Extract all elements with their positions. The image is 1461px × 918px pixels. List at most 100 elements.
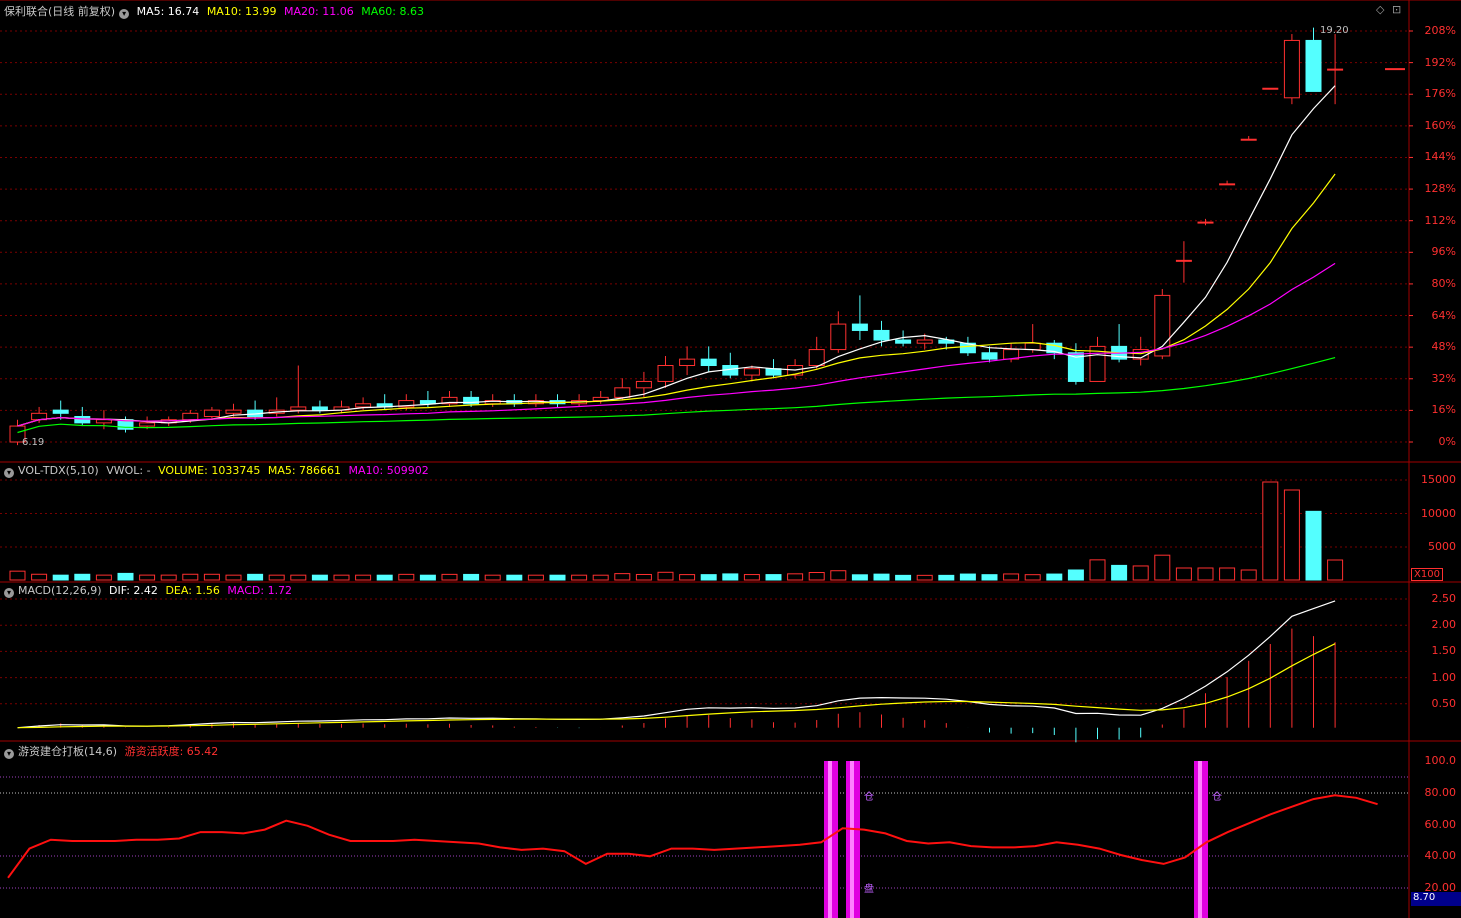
indicator-axis-label: 100.0 [1424,754,1457,767]
volume-bar [419,574,436,581]
activity-line [7,794,1378,879]
price-axis-label: 16% [1431,403,1456,417]
window-icon[interactable]: ⊡ [1392,3,1401,16]
panel-menu-icon[interactable]: ▾ [119,9,130,19]
candle-body [52,409,69,414]
indicator-tag-1: 仓 [864,792,874,803]
volume-bar [95,574,112,581]
candle-body [679,358,696,367]
candle-body [1240,138,1257,141]
candle-body [873,329,890,341]
candle-body [635,380,652,389]
candle-body [981,352,998,360]
volume-bar [139,574,156,581]
indicator-current-value: 8.70 [1411,892,1461,906]
volume-bar [247,573,264,581]
candle-body [1283,39,1300,99]
volume-bar [355,574,372,581]
volume-bar [549,574,566,581]
candle-body [808,349,825,367]
low-price-label: 6.19 [22,437,45,448]
volume-bar [743,574,760,581]
dea-label: DEA: 1.56 [165,584,220,597]
activity-label: 游资活跃度: 65.42 [124,745,219,758]
volume-bar [117,572,134,581]
volume-bar [808,572,825,581]
price-axis-label: 144% [1424,150,1456,164]
dif-line [17,600,1336,729]
macd-menu-icon[interactable]: ▾ [4,588,14,598]
ma5-line [17,85,1336,427]
volume-bar [1175,567,1192,581]
volume-bar [1154,554,1171,581]
volume-bar [830,570,847,581]
volume-bar [765,574,782,581]
volume-bar [895,574,912,581]
volume-bar [592,574,609,581]
ma10-label: MA10: 13.99 [206,5,277,18]
volume-bar [1283,489,1300,581]
candle-body [1219,183,1236,186]
volume-bar [268,574,285,581]
dif-label: DIF: 2.42 [109,584,158,597]
candle-body [851,323,868,331]
volume-bar [1219,567,1236,581]
indicator-title: 游资建仓打板(14,6) [18,745,118,758]
volume-bar [1111,564,1128,581]
candle-body [1327,68,1344,71]
candle-body [419,400,436,405]
price-legend: 保利联合(日线 前复权) ▾ MA5: 16.74 MA10: 13.99 MA2… [4,3,428,19]
volume-bar [1003,573,1020,581]
volume-bar [1067,569,1084,581]
indicator-tag-3: 盘 [864,884,874,895]
vol-ma5-label: MA5: 786661 [267,464,342,477]
volume-axis-label: 5000 [1428,540,1456,553]
ma10-line [17,173,1336,427]
candle-body [1262,87,1279,90]
candle-body [657,365,674,382]
volume-value: VOLUME: 1033745 [158,464,261,477]
ma60-line [17,357,1336,434]
candle-body [614,387,631,398]
volume-bar [1089,559,1106,581]
vol-ma10-label: MA10: 509902 [348,464,429,477]
candle-body [74,416,91,424]
candle-body [203,409,220,418]
volume-bar [52,574,69,581]
indicator-menu-icon[interactable]: ▾ [4,749,14,759]
volume-bar [938,574,955,581]
ma5-label: MA5: 16.74 [136,5,200,18]
candle-body [355,403,372,408]
volume-menu-icon[interactable]: ▾ [4,468,14,478]
macd-legend: ▾ MACD(12,26,9) DIF: 2.42 DEA: 1.56 MACD:… [4,584,296,598]
price-axis-label: 160% [1424,118,1456,132]
volume-bar [311,574,328,581]
signal-bar-highlight [828,761,832,918]
volume-bar [873,573,890,581]
volume-bar [1197,567,1214,581]
price-axis-label: 128% [1424,182,1456,196]
candle-body [830,323,847,351]
candle-body [743,368,760,376]
price-axis-label: 80% [1431,276,1456,290]
ma20-line [17,262,1336,427]
volume-bar [1240,569,1257,581]
indicator-axis-label: 60.00 [1424,817,1457,831]
volume-bar [1024,574,1041,581]
macd-axis-label: 2.00 [1431,618,1457,632]
candle-body [1305,39,1322,92]
panel-toolbar: ◇ ⊡ [1376,3,1401,16]
volume-bar [398,573,415,581]
volume-bar [9,570,26,581]
volume-bar [981,574,998,581]
chart-canvas[interactable] [0,0,1461,918]
diamond-icon[interactable]: ◇ [1376,3,1384,16]
volume-axis-label: 15000 [1421,473,1456,486]
candle-body [916,339,933,344]
macd-axis-label: 1.50 [1431,644,1457,658]
volume-bar [614,573,631,581]
candle-body [290,406,307,411]
ma20-label: MA20: 11.06 [284,5,354,18]
candle-body [311,406,328,411]
price-axis-label: 0% [1438,435,1456,448]
